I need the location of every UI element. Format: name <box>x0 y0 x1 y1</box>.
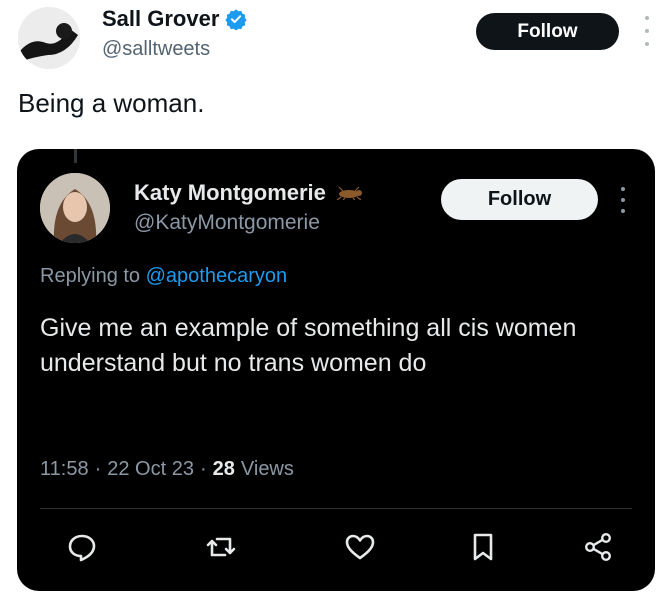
retweet-icon <box>206 537 236 557</box>
more-dot <box>621 187 625 191</box>
heart-icon <box>345 534 375 560</box>
tweet-date[interactable]: 22 Oct 23 <box>107 458 194 481</box>
bookmark-button[interactable] <box>467 531 499 563</box>
share-icon <box>584 533 612 562</box>
more-dot <box>645 16 649 20</box>
more-dot <box>645 29 649 33</box>
quoted-tweet-text: Give me an example of something all cis … <box>40 314 577 377</box>
quoted-tweet-card[interactable]: Katy Montgomerie @KatyMontgomerie Follow… <box>17 149 655 591</box>
share-button[interactable] <box>582 531 614 563</box>
replying-mention-link[interactable]: @apothecaryon <box>146 265 288 287</box>
outer-author-name-text[interactable]: Sall Grover <box>102 6 219 32</box>
action-divider <box>40 508 632 509</box>
outer-more-icon[interactable] <box>640 16 654 46</box>
more-dot <box>621 209 625 213</box>
outer-avatar[interactable] <box>18 7 80 69</box>
inner-author-name[interactable]: Katy Montgomerie <box>134 180 364 206</box>
outer-author-name[interactable]: Sall Grover <box>102 6 248 32</box>
views-label: Views <box>240 458 294 480</box>
meta-separator: · <box>94 458 102 480</box>
verified-badge-icon <box>225 9 248 30</box>
tweet-time[interactable]: 11:58 <box>40 458 89 481</box>
reply-icon <box>68 534 96 562</box>
tweet-meta: 11:58 · 22 Oct 23 · 28 Views <box>40 458 294 481</box>
reply-button[interactable] <box>66 531 98 563</box>
replying-to-line: Replying to @apothecaryon <box>40 265 287 288</box>
bug-emoji-icon <box>336 186 362 200</box>
views-count: 28 <box>212 458 235 480</box>
outer-tweet-text: Being a woman. <box>18 88 205 118</box>
inner-avatar[interactable] <box>40 173 110 243</box>
like-button[interactable] <box>344 531 376 563</box>
inner-handle[interactable]: @KatyMontgomerie <box>134 211 320 235</box>
inner-author-name-text[interactable]: Katy Montgomerie <box>134 180 326 206</box>
meta-separator: · <box>199 458 207 480</box>
retweet-button[interactable] <box>205 531 237 563</box>
bookmark-icon <box>473 533 493 561</box>
inner-follow-button[interactable]: Follow <box>441 179 598 220</box>
action-bar <box>40 531 632 571</box>
replying-prefix: Replying to <box>40 265 141 287</box>
more-dot <box>621 198 625 202</box>
thread-line <box>74 149 77 163</box>
outer-follow-button[interactable]: Follow <box>476 13 619 50</box>
inner-more-icon[interactable] <box>618 187 628 213</box>
outer-handle[interactable]: @salltweets <box>102 38 210 61</box>
more-dot <box>645 42 649 46</box>
